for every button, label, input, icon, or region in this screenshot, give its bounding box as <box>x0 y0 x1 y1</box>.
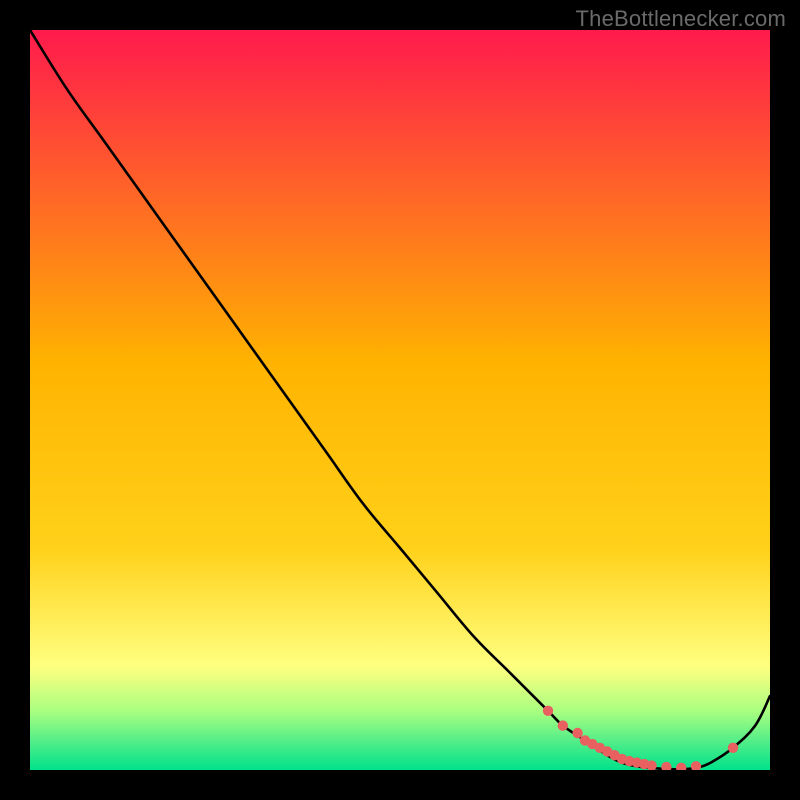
curve-marker <box>572 728 582 738</box>
curve-marker <box>543 706 553 716</box>
curve-marker <box>728 743 738 753</box>
curve-marker <box>558 720 568 730</box>
chart-frame: TheBottlenecker.com <box>0 0 800 800</box>
watermark-text: TheBottlenecker.com <box>576 6 786 32</box>
gradient-background <box>30 30 770 770</box>
bottleneck-chart <box>30 30 770 770</box>
